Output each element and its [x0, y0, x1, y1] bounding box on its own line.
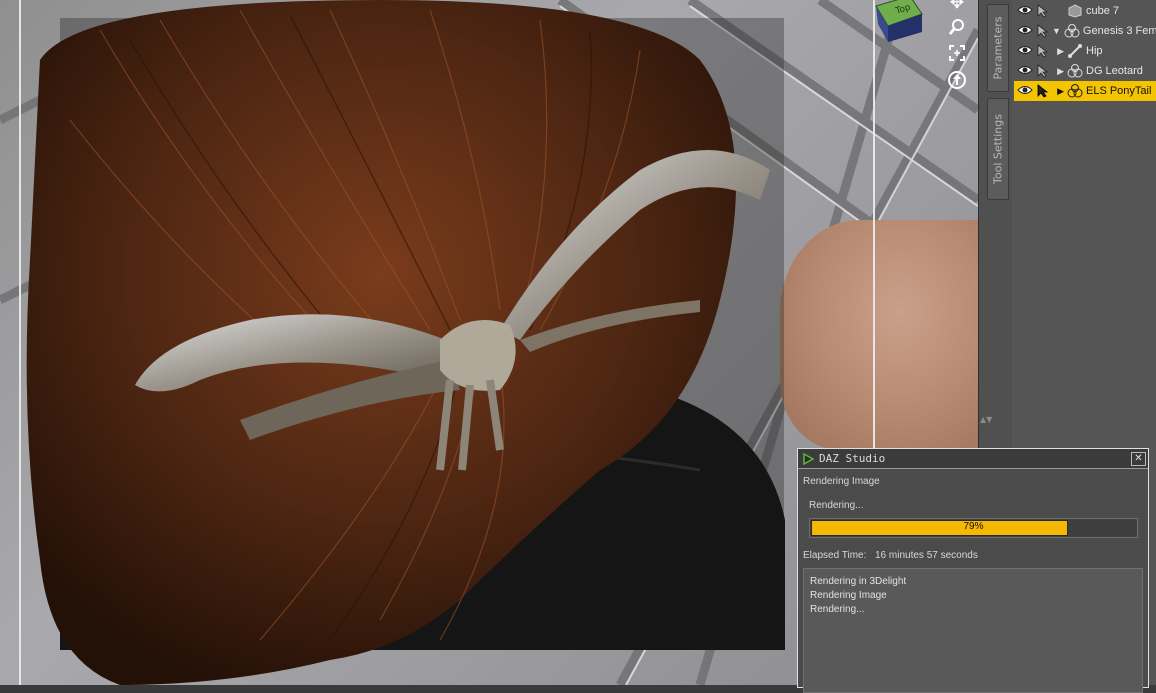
dialog-sub-status: Rendering... [809, 500, 864, 511]
visibility-eye-icon[interactable] [1017, 4, 1033, 18]
elapsed-time-label: Elapsed Time: [803, 550, 867, 561]
expander-arrow[interactable]: ▶ [1052, 86, 1064, 97]
tab-parameters-label: Parameters [991, 16, 1005, 80]
scene-item-label: Genesis 3 Female [1082, 25, 1156, 37]
scene-row-cube-7[interactable]: cube 7 [1014, 1, 1156, 21]
render-log[interactable]: Rendering in 3Delight Rendering Image Re… [803, 568, 1143, 693]
scene-row-dg-leotard[interactable]: ▶ DG Leotard [1014, 61, 1156, 81]
progress-label: 79% [963, 521, 984, 532]
rotate-icon[interactable] [946, 69, 968, 91]
render-frame [19, 0, 875, 685]
selectable-arrow-icon[interactable] [1036, 84, 1052, 98]
visibility-eye-icon[interactable] [1017, 24, 1033, 38]
scene-row-hip[interactable]: ▶ Hip [1014, 41, 1156, 61]
dialog-title: DAZ Studio [819, 452, 886, 465]
log-line: Rendering Image [810, 590, 887, 601]
expander-arrow[interactable]: ▼ [1052, 26, 1061, 36]
figure-icon [1067, 84, 1083, 98]
expander-arrow[interactable]: ▶ [1052, 46, 1064, 57]
elapsed-time-value: 16 minutes 57 seconds [875, 550, 978, 561]
selectable-arrow-icon[interactable] [1036, 24, 1052, 38]
scene-row-els-ponytail[interactable]: ▶ ELS PonyTail [1014, 81, 1156, 101]
tab-parameters[interactable]: Parameters [987, 4, 1009, 92]
tab-tool-settings[interactable]: Tool Settings [987, 98, 1009, 200]
close-icon[interactable]: ✕ [1131, 452, 1146, 466]
log-line: Rendering in 3Delight [810, 576, 907, 587]
scene-item-label: ELS PonyTail [1086, 85, 1152, 97]
render-progress-bar: 79% [809, 518, 1138, 538]
daz-logo-icon [803, 453, 814, 465]
dialog-status: Rendering Image [803, 476, 880, 487]
expander-arrow[interactable]: ▶ [1052, 66, 1064, 77]
bone-icon [1067, 44, 1083, 58]
visibility-eye-icon[interactable] [1017, 44, 1033, 58]
scene-item-label: DG Leotard [1086, 65, 1143, 77]
frame-icon[interactable] [946, 42, 968, 64]
cube-icon [1067, 4, 1083, 18]
scene-row-genesis-3-female[interactable]: ▼ Genesis 3 Female [1014, 21, 1156, 41]
selectable-arrow-icon[interactable] [1036, 64, 1052, 78]
zoom-icon[interactable] [946, 16, 968, 38]
figure-icon [1064, 24, 1080, 38]
scene-item-label: cube 7 [1086, 5, 1120, 17]
selectable-arrow-icon[interactable] [1036, 44, 1052, 58]
visibility-eye-icon[interactable] [1017, 64, 1033, 78]
figure-icon [1067, 64, 1083, 78]
dialog-title-bar[interactable]: DAZ Studio ✕ [798, 449, 1148, 469]
collapse-arrow-icon[interactable]: ▲▼ [980, 415, 992, 424]
log-line: Rendering... [810, 604, 865, 615]
selectable-arrow-icon[interactable] [1036, 4, 1052, 18]
render-progress-dialog: DAZ Studio ✕ Rendering Image Rendering..… [797, 448, 1149, 693]
view-cube[interactable]: Top [866, 0, 926, 44]
scene-item-label: Hip [1086, 45, 1103, 57]
move-icon[interactable]: ✥ [946, 0, 968, 14]
tab-tool-settings-label: Tool Settings [991, 114, 1005, 184]
visibility-eye-icon[interactable] [1017, 84, 1033, 98]
